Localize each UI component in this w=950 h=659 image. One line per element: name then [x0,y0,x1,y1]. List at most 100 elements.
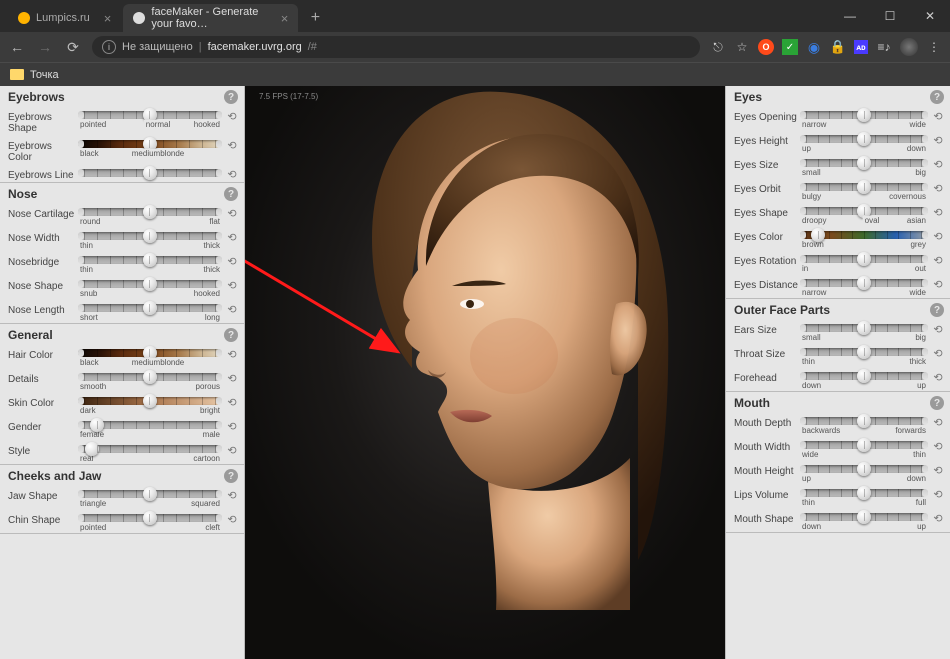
slider-track[interactable] [78,169,222,177]
slider[interactable]: dark bright ⟲ [78,394,238,415]
slider[interactable]: round flat ⟲ [78,205,238,226]
slider-track[interactable] [78,421,222,429]
slider-thumb[interactable] [857,345,871,359]
slider-track[interactable] [800,417,928,425]
slider[interactable]: narrow wide ⟲ [800,276,944,297]
reset-icon[interactable]: ⟲ [226,420,238,432]
help-icon[interactable]: ? [930,396,944,410]
extension-icon[interactable]: ✓ [782,39,798,55]
slider-track[interactable] [78,232,222,240]
slider[interactable]: smooth porous ⟲ [78,370,238,391]
menu-button[interactable]: ⋮ [926,39,942,55]
slider-thumb[interactable] [857,321,871,335]
slider-track[interactable] [800,372,928,380]
slider-thumb[interactable] [857,156,871,170]
slider-track[interactable] [78,349,222,357]
slider-thumb[interactable] [143,394,157,408]
slider-track[interactable] [800,255,928,263]
browser-tab[interactable]: faceMaker - Generate your favo…× [123,4,298,32]
reset-icon[interactable]: ⟲ [932,512,944,524]
slider-track[interactable] [78,256,222,264]
extension-icon[interactable]: 🔒 [830,39,846,55]
reset-icon[interactable]: ⟲ [226,255,238,267]
slider-thumb[interactable] [143,370,157,384]
slider-track[interactable] [78,111,222,119]
slider-track[interactable] [800,489,928,497]
help-icon[interactable]: ? [224,328,238,342]
reset-icon[interactable]: ⟲ [932,323,944,335]
maximize-button[interactable]: ☐ [870,0,910,32]
reset-icon[interactable]: ⟲ [226,279,238,291]
reset-icon[interactable]: ⟲ [932,254,944,266]
slider-track[interactable] [78,490,222,498]
reset-icon[interactable]: ⟲ [226,489,238,501]
reset-icon[interactable]: ⟲ [932,278,944,290]
slider-thumb[interactable] [143,277,157,291]
slider-thumb[interactable] [143,487,157,501]
slider-thumb[interactable] [857,510,871,524]
reset-icon[interactable]: ⟲ [226,231,238,243]
slider-track[interactable] [800,159,928,167]
extension-icon[interactable]: O [758,39,774,55]
slider-thumb[interactable] [143,205,157,219]
slider[interactable]: wide thin ⟲ [800,438,944,459]
slider[interactable]: small big ⟲ [800,156,944,177]
3d-viewport[interactable]: 7.5 FPS (17-7.5) [245,86,725,659]
slider-track[interactable] [78,397,222,405]
reset-icon[interactable]: ⟲ [226,372,238,384]
help-icon[interactable]: ? [224,187,238,201]
close-icon[interactable]: × [104,11,112,26]
slider-thumb[interactable] [85,442,99,456]
slider-track[interactable] [78,373,222,381]
slider-track[interactable] [78,304,222,312]
slider-track[interactable] [800,465,928,473]
slider-thumb[interactable] [811,228,825,242]
reset-icon[interactable]: ⟲ [932,464,944,476]
reset-icon[interactable]: ⟲ [226,168,238,180]
slider-track[interactable] [800,231,928,239]
reset-icon[interactable]: ⟲ [932,416,944,428]
help-icon[interactable]: ? [224,469,238,483]
reset-icon[interactable]: ⟲ [226,513,238,525]
slider[interactable]: down up ⟲ [800,510,944,531]
reset-icon[interactable]: ⟲ [226,207,238,219]
reset-icon[interactable]: ⟲ [932,230,944,242]
slider[interactable]: thin thick ⟲ [78,253,238,274]
slider-thumb[interactable] [857,276,871,290]
slider-thumb[interactable] [857,438,871,452]
translate-icon[interactable]: ⎋ [710,39,726,55]
slider[interactable]: droopy oval asian ⟲ [800,204,944,225]
reset-icon[interactable]: ⟲ [932,488,944,500]
slider-thumb[interactable] [143,511,157,525]
slider[interactable]: black mediumblonde ⟲ [78,346,238,367]
slider-thumb[interactable] [857,252,871,266]
reset-icon[interactable]: ⟲ [226,348,238,360]
slider[interactable]: pointed cleft ⟲ [78,511,238,532]
forward-button[interactable]: → [36,39,54,55]
slider-track[interactable] [78,514,222,522]
slider[interactable]: real cartoon ⟲ [78,442,238,463]
reset-icon[interactable]: ⟲ [932,134,944,146]
reset-icon[interactable]: ⟲ [932,158,944,170]
slider-track[interactable] [78,140,222,148]
slider-track[interactable] [800,348,928,356]
slider-track[interactable] [800,111,928,119]
extension-icon[interactable]: ≡♪ [876,39,892,55]
reset-icon[interactable]: ⟲ [932,206,944,218]
slider[interactable]: backwards forwards ⟲ [800,414,944,435]
slider[interactable]: in out ⟲ [800,252,944,273]
slider-thumb[interactable] [857,108,871,122]
slider[interactable]: up down ⟲ [800,462,944,483]
extension-icon[interactable]: ◉ [806,39,822,55]
slider-track[interactable] [800,324,928,332]
slider[interactable]: thin thick ⟲ [800,345,944,366]
reset-icon[interactable]: ⟲ [932,371,944,383]
slider-thumb[interactable] [143,301,157,315]
slider[interactable]: thin full ⟲ [800,486,944,507]
slider[interactable]: ⟲ [78,166,238,178]
slider-track[interactable] [800,207,928,215]
slider[interactable]: snub hooked ⟲ [78,277,238,298]
reset-icon[interactable]: ⟲ [226,110,238,122]
reset-icon[interactable]: ⟲ [226,139,238,151]
reset-icon[interactable]: ⟲ [932,347,944,359]
